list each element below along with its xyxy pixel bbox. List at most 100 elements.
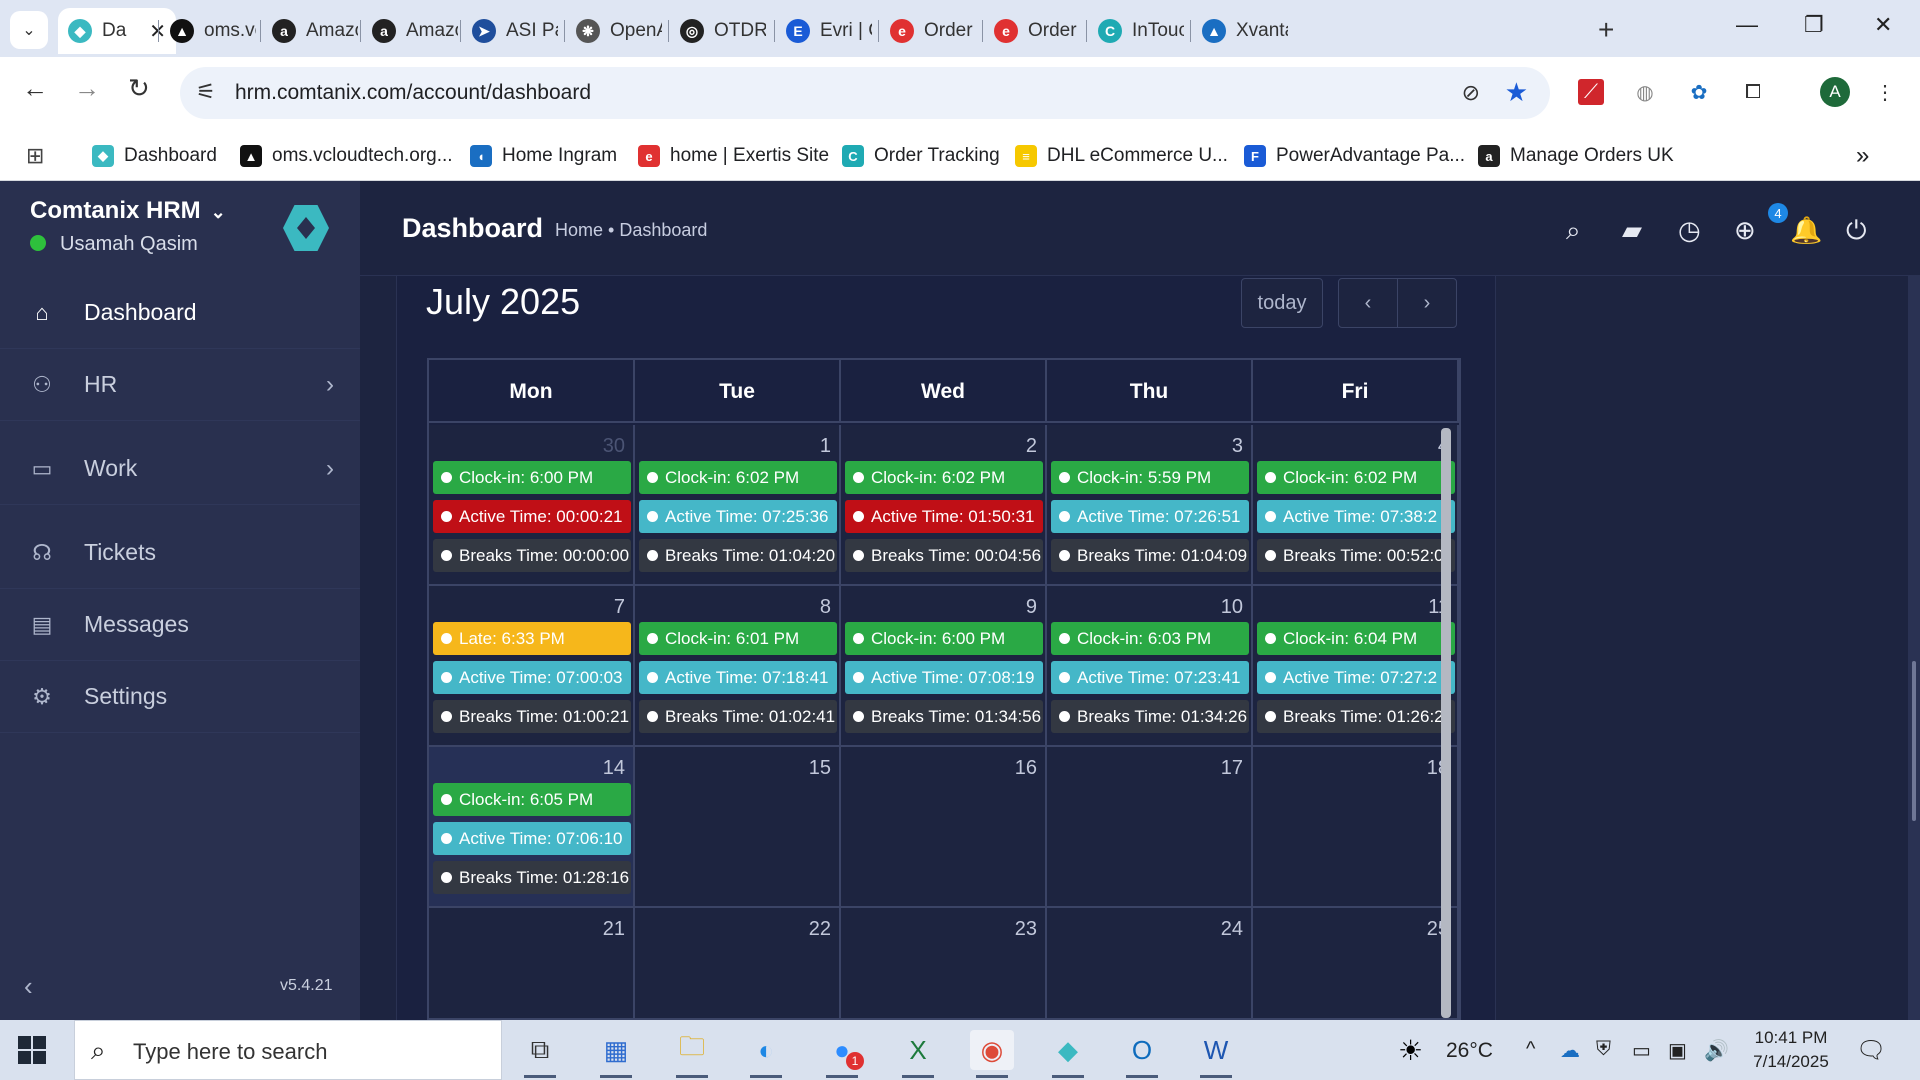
day-cell[interactable]: 14 Clock-in: 6:05 PM Active Time: 07:06:10… <box>429 747 635 908</box>
page-scrollbar-thumb[interactable] <box>1912 661 1916 821</box>
restore-icon[interactable]: ❐ <box>1804 12 1824 38</box>
site-info-icon[interactable]: ⚟ <box>196 79 216 105</box>
notification-center-icon[interactable]: 🗨 <box>1856 1036 1886 1065</box>
collapse-sidebar-button[interactable]: ‹ <box>24 971 33 1002</box>
edge-icon[interactable]: ◐ <box>744 1030 788 1078</box>
day-cell[interactable]: 25 <box>1253 908 1459 1018</box>
day-number[interactable]: 17 <box>1221 757 1243 780</box>
bookmark-item[interactable]: ▲ oms.vcloudtech.org... <box>240 141 453 171</box>
day-cell[interactable]: 11 Clock-in: 6:04 PM Active Time: 07:27:2 B… <box>1253 586 1459 747</box>
browser-tab[interactable]: E Evri | Cl <box>776 8 872 54</box>
calendar-event[interactable]: Active Time: 07:08:19 <box>845 661 1043 694</box>
day-cell[interactable]: 21 <box>429 908 635 1018</box>
word-icon[interactable]: W <box>1194 1030 1238 1078</box>
day-cell[interactable]: 7 Late: 6:33 PM Active Time: 07:00:03 Break… <box>429 586 635 747</box>
calendar-event[interactable]: Active Time: 07:00:03 <box>433 661 631 694</box>
day-cell[interactable]: 24 <box>1047 908 1253 1018</box>
breadcrumb[interactable]: Home • Dashboard <box>555 220 707 241</box>
address-bar[interactable]: ⚟ hrm.comtanix.com/account/dashboard ⊘ ★ <box>180 67 1550 119</box>
browser-tab[interactable]: ❋ OpenA <box>566 8 662 54</box>
calendar-event[interactable]: Clock-in: 6:02 PM <box>1257 461 1455 494</box>
bookmark-item[interactable]: C Order Tracking <box>842 141 1000 171</box>
browser-tab[interactable]: e Order I <box>880 8 976 54</box>
today-button[interactable]: today <box>1241 278 1323 328</box>
calendar-event[interactable]: Active Time: 07:27:2 <box>1257 661 1455 694</box>
brand-switcher[interactable]: Comtanix HRM ⌄ <box>30 197 226 225</box>
day-cell[interactable]: 15 <box>635 747 841 908</box>
network-icon[interactable]: ▣ <box>1668 1038 1687 1063</box>
calendar-event[interactable]: Breaks Time: 01:28:16 <box>433 861 631 894</box>
url-text[interactable]: hrm.comtanix.com/account/dashboard <box>235 81 591 105</box>
day-number[interactable]: 9 <box>1026 596 1037 619</box>
day-number[interactable]: 15 <box>809 757 831 780</box>
calendar-event[interactable]: Breaks Time: 01:04:20 <box>639 539 837 572</box>
profile-avatar[interactable]: A <box>1820 77 1850 107</box>
bell-icon[interactable]: 🔔 <box>1790 215 1822 246</box>
file-explorer-icon[interactable]: 🗀 <box>670 1030 714 1078</box>
sidebar-item-tickets[interactable]: ☊ Tickets <box>0 517 360 589</box>
day-cell[interactable]: 23 <box>841 908 1047 1018</box>
notes-icon[interactable]: ▰ <box>1622 215 1642 246</box>
tab-search-button[interactable]: ⌄ <box>10 11 48 49</box>
calendar-event[interactable]: Breaks Time: 01:02:41 <box>639 700 837 733</box>
outlook-icon[interactable]: O <box>1120 1030 1164 1078</box>
day-cell[interactable]: 3 Clock-in: 5:59 PM Active Time: 07:26:51 B… <box>1047 425 1253 586</box>
bookmark-item[interactable]: ◆ Dashboard <box>92 141 217 171</box>
volume-icon[interactable]: 🔊 <box>1704 1038 1729 1063</box>
battery-icon[interactable]: ▭ <box>1632 1038 1651 1063</box>
excel-icon[interactable]: X <box>896 1030 940 1078</box>
day-cell[interactable]: 17 <box>1047 747 1253 908</box>
browser-tab[interactable]: C InToucl <box>1088 8 1184 54</box>
calendar-event[interactable]: Clock-in: 5:59 PM <box>1051 461 1249 494</box>
power-icon[interactable]: ⏻ <box>1846 215 1867 247</box>
calendar-event[interactable]: Late: 6:33 PM <box>433 622 631 655</box>
day-cell[interactable]: 22 <box>635 908 841 1018</box>
calendar-event[interactable]: Active Time: 07:23:41 <box>1051 661 1249 694</box>
calendar-event[interactable]: Clock-in: 6:05 PM <box>433 783 631 816</box>
calendar-event[interactable]: Breaks Time: 01:26:2 <box>1257 700 1455 733</box>
minimize-icon[interactable]: — <box>1736 12 1758 38</box>
add-circle-icon[interactable]: ⊕ <box>1734 215 1756 246</box>
day-number[interactable]: 7 <box>614 596 625 619</box>
forward-icon[interactable]: → <box>74 73 100 104</box>
calendar-event[interactable]: Breaks Time: 00:04:56 <box>845 539 1043 572</box>
bookmark-item[interactable]: ≡ DHL eCommerce U... <box>1015 141 1228 171</box>
page-scrollbar-track[interactable] <box>1908 276 1920 1020</box>
day-cell[interactable]: 18 <box>1253 747 1459 908</box>
day-cell[interactable]: 2 Clock-in: 6:02 PM Active Time: 01:50:31 B… <box>841 425 1047 586</box>
chrome-icon[interactable]: ◉ <box>970 1030 1014 1078</box>
calendar-event[interactable]: Active Time: 01:50:31 <box>845 500 1043 533</box>
back-icon[interactable]: ← <box>22 73 48 104</box>
day-number[interactable]: 21 <box>603 918 625 941</box>
day-number[interactable]: 14 <box>603 757 625 780</box>
calendar-event[interactable]: Active Time: 07:26:51 <box>1051 500 1249 533</box>
sidebar-item-dashboard[interactable]: ⌂ Dashboard <box>0 277 360 349</box>
calendar-event[interactable]: Active Time: 07:38:2 <box>1257 500 1455 533</box>
pdf-extension-icon[interactable]: ⟋ <box>1578 79 1604 105</box>
day-cell[interactable]: 16 <box>841 747 1047 908</box>
close-window-icon[interactable]: ✕ <box>1874 12 1892 38</box>
calculator-icon[interactable]: ▦ <box>594 1030 638 1078</box>
apps-grid-icon[interactable]: ⊞ <box>26 141 44 171</box>
calendar-event[interactable]: Breaks Time: 01:00:21 <box>433 700 631 733</box>
bookmarks-overflow-button[interactable]: » <box>1856 141 1869 171</box>
calendar-event[interactable]: Breaks Time: 00:52:0 <box>1257 539 1455 572</box>
browser-tab[interactable]: e Order F <box>984 8 1080 54</box>
calendar-event[interactable]: Active Time: 00:00:21 <box>433 500 631 533</box>
weather-icon[interactable]: ☀ <box>1398 1034 1423 1067</box>
day-cell[interactable]: 10 Clock-in: 6:03 PM Active Time: 07:23:41… <box>1047 586 1253 747</box>
calendar-event[interactable]: Breaks Time: 01:34:26 <box>1051 700 1249 733</box>
bookmark-item[interactable]: e home | Exertis Site <box>638 141 829 171</box>
calendar-event[interactable]: Breaks Time: 01:04:09 <box>1051 539 1249 572</box>
browser-menu-icon[interactable]: ⋮ <box>1872 79 1898 105</box>
day-cell[interactable]: 8 Clock-in: 6:01 PM Active Time: 07:18:41 B… <box>635 586 841 747</box>
calendar-event[interactable]: Active Time: 07:06:10 <box>433 822 631 855</box>
day-number[interactable]: 10 <box>1221 596 1243 619</box>
bookmark-item[interactable]: a Manage Orders UK <box>1478 141 1674 171</box>
sidebar-item-hr[interactable]: ⚇ HR › <box>0 349 360 421</box>
browser-tab[interactable]: ▲ oms.vc <box>160 8 256 54</box>
day-cell[interactable]: 30 Clock-in: 6:00 PM Active Time: 00:00:21… <box>429 425 635 586</box>
windows-start-icon[interactable] <box>18 1036 46 1064</box>
taskbar-search-box[interactable]: ⌕ Type here to search <box>74 1020 502 1080</box>
calendar-event[interactable]: Breaks Time: 01:34:56 <box>845 700 1043 733</box>
